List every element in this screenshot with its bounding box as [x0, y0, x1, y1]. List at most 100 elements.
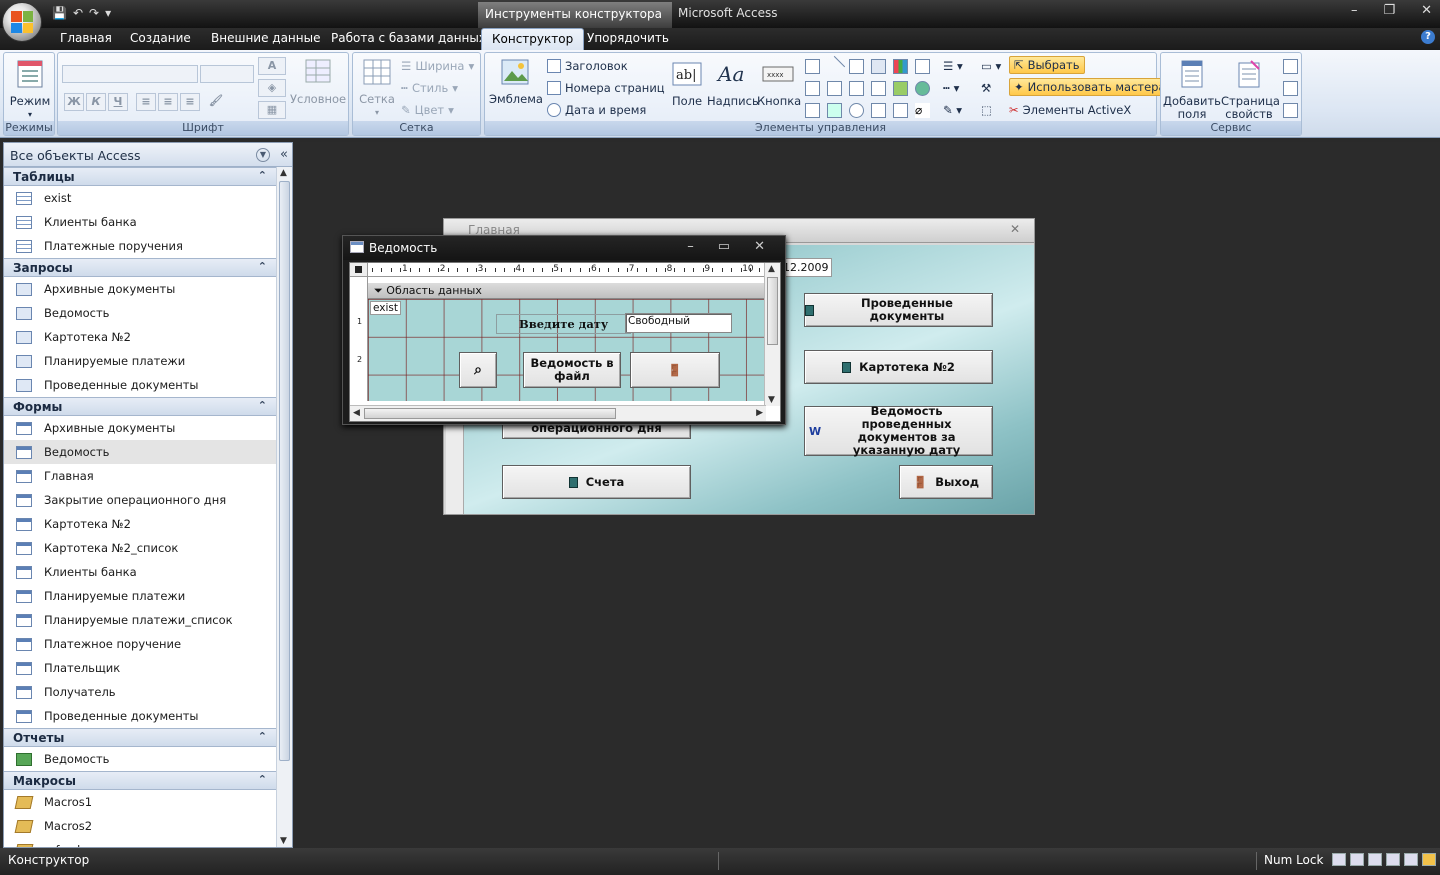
tab-control-icon[interactable]: [849, 59, 864, 74]
nav-scroll-thumb[interactable]: [279, 181, 290, 761]
nav-item[interactable]: Платежное поручение: [4, 632, 277, 656]
date-textbox[interactable]: Свободный: [625, 313, 732, 333]
set-control-defaults-button[interactable]: ⚒: [981, 81, 991, 95]
option-group-icon[interactable]: [871, 81, 886, 96]
form-selector[interactable]: [350, 263, 368, 277]
add-fields-button[interactable]: Добавить поля: [1163, 59, 1221, 121]
nav-item[interactable]: Картотека №2: [4, 512, 277, 536]
tab-arrange[interactable]: Упорядочить: [587, 31, 669, 45]
close-button[interactable]: ✕: [1421, 3, 1432, 18]
enter-date-label[interactable]: Введите дату: [496, 314, 632, 334]
grid-button[interactable]: Сетка ▾: [357, 57, 397, 119]
nav-section-tables[interactable]: Таблицы ⌃: [4, 167, 277, 186]
rectangle-icon[interactable]: [827, 81, 842, 96]
code-icon[interactable]: [1283, 59, 1298, 74]
vertical-ruler[interactable]: 1 2: [350, 277, 368, 401]
design-hscroll-thumb[interactable]: [364, 408, 616, 419]
nav-item[interactable]: Закрытие операционного дня: [4, 488, 277, 512]
tab-external-data[interactable]: Внешние данные: [211, 31, 320, 45]
search-button[interactable]: ⌕: [459, 352, 497, 388]
italic-button[interactable]: К: [86, 93, 106, 111]
tab-order-icon[interactable]: [1283, 103, 1298, 118]
design-view-icon[interactable]: [1422, 853, 1436, 866]
line-type-button[interactable]: ┅ ▾: [943, 81, 959, 95]
office-button[interactable]: [2, 2, 42, 42]
scroll-left-icon[interactable]: ◀: [353, 408, 360, 418]
chevron-up-icon[interactable]: ⌃: [258, 169, 267, 182]
conditional-format-button[interactable]: Условное: [290, 57, 346, 106]
label-button[interactable]: Aa Надпись: [707, 59, 759, 108]
image-icon[interactable]: [893, 81, 908, 96]
attachment-icon[interactable]: ⌀: [915, 103, 930, 118]
design-view-window[interactable]: Ведомость – ▭ ✕ 1 2 3 4 5 6 7 8 9 10 1 2 ⏷ Област…: [342, 235, 786, 425]
scroll-down-icon[interactable]: ▼: [768, 395, 775, 405]
unbound-frame-icon[interactable]: [827, 103, 842, 118]
conducted-docs-button[interactable]: Проведенные документы: [804, 293, 993, 327]
collapse-pane-icon[interactable]: «: [280, 147, 288, 162]
nav-item[interactable]: Получатель: [4, 680, 277, 704]
font-size-combo[interactable]: [200, 65, 254, 83]
format-painter-icon[interactable]: 🖌: [206, 93, 226, 111]
grid-style-button[interactable]: ┅ Стиль ▾: [401, 81, 458, 95]
nav-section-queries[interactable]: Запросы ⌃: [4, 258, 277, 277]
align-right-button[interactable]: ≡: [180, 93, 200, 111]
save-icon[interactable]: 💾: [52, 6, 67, 20]
nav-item[interactable]: Картотека №2_список: [4, 536, 277, 560]
nav-item[interactable]: Проведенные документы: [4, 704, 277, 728]
bound-frame-icon[interactable]: [805, 103, 820, 118]
nav-scrollbar[interactable]: ▲ ▼: [276, 167, 292, 847]
view-code-icon[interactable]: [1283, 81, 1298, 96]
gridlines-icon[interactable]: ▦: [258, 101, 286, 119]
combo-box-icon[interactable]: [805, 59, 820, 74]
use-wizard-button[interactable]: ✦ Использовать мастера: [1009, 78, 1171, 96]
nav-item[interactable]: Планируемые платежи: [4, 349, 277, 373]
date-time-button[interactable]: Дата и время: [547, 103, 646, 117]
property-sheet-button[interactable]: Страница свойств: [1221, 59, 1280, 121]
grid-color-button[interactable]: ✎ Цвет ▾: [401, 103, 454, 117]
nav-section-macros[interactable]: Макросы ⌃: [4, 771, 277, 790]
field-button[interactable]: ab| Поле: [667, 59, 707, 108]
property-button[interactable]: ▭ ▾: [981, 59, 1001, 73]
nav-item[interactable]: Планируемые платежи_список: [4, 608, 277, 632]
toggle-button-icon[interactable]: [871, 103, 886, 118]
chart-icon[interactable]: [893, 59, 908, 74]
tab-design[interactable]: Конструктор: [481, 28, 585, 51]
exit-design-button[interactable]: 🚪: [630, 352, 720, 388]
font-name-combo[interactable]: [62, 65, 198, 83]
scroll-up-icon[interactable]: ▲: [280, 168, 287, 178]
attachment-image-icon[interactable]: [893, 103, 908, 118]
underline-button[interactable]: Ч: [108, 93, 128, 111]
form-view-icon[interactable]: [1332, 853, 1346, 866]
maximize-button[interactable]: ❐: [1383, 3, 1395, 18]
nav-item[interactable]: Клиенты банка: [4, 560, 277, 584]
datasheet-view-icon[interactable]: [1350, 853, 1364, 866]
nav-item[interactable]: refresh: [4, 838, 277, 847]
minimize-button[interactable]: –: [1351, 3, 1358, 18]
exit-button[interactable]: 🚪 Выход: [899, 465, 993, 499]
page-numbers-button[interactable]: Номера страниц: [547, 81, 665, 95]
hyperlink-icon[interactable]: [915, 81, 930, 96]
card2-button[interactable]: Картотека №2: [804, 350, 993, 384]
grid-width-button[interactable]: ☰ Ширина ▾: [401, 59, 474, 73]
chevron-up-icon[interactable]: ⌃: [258, 260, 267, 273]
nav-item[interactable]: Архивные документы: [4, 277, 277, 301]
option-button-icon[interactable]: [849, 103, 864, 118]
detail-section-grid[interactable]: exist Введите дату Свободный ⌕ Ведомость…: [368, 299, 766, 401]
exist-label[interactable]: exist: [370, 301, 401, 315]
pivot-table-view-icon[interactable]: [1368, 853, 1382, 866]
accounts-button[interactable]: Счета: [502, 465, 691, 499]
design-minimize-icon[interactable]: –: [687, 239, 694, 254]
detail-section-bar[interactable]: ⏷ Область данных: [368, 283, 766, 299]
redo-icon[interactable]: ↷: [89, 6, 99, 20]
nav-item[interactable]: Клиенты банка: [4, 210, 277, 234]
bold-button[interactable]: Ж: [64, 93, 84, 111]
align-left-button[interactable]: ≡: [136, 93, 156, 111]
align-center-button[interactable]: ≡: [158, 93, 178, 111]
nav-item[interactable]: Планируемые платежи: [4, 584, 277, 608]
scroll-right-icon[interactable]: ▶: [756, 408, 763, 418]
date-field[interactable]: 12.2009: [780, 258, 832, 277]
layout-view-icon[interactable]: [1404, 853, 1418, 866]
view-button[interactable]: Режим ▾: [8, 59, 52, 121]
activex-button[interactable]: ✂ Элементы ActiveX: [1009, 103, 1131, 117]
design-hscrollbar[interactable]: ◀ ▶: [350, 405, 766, 421]
